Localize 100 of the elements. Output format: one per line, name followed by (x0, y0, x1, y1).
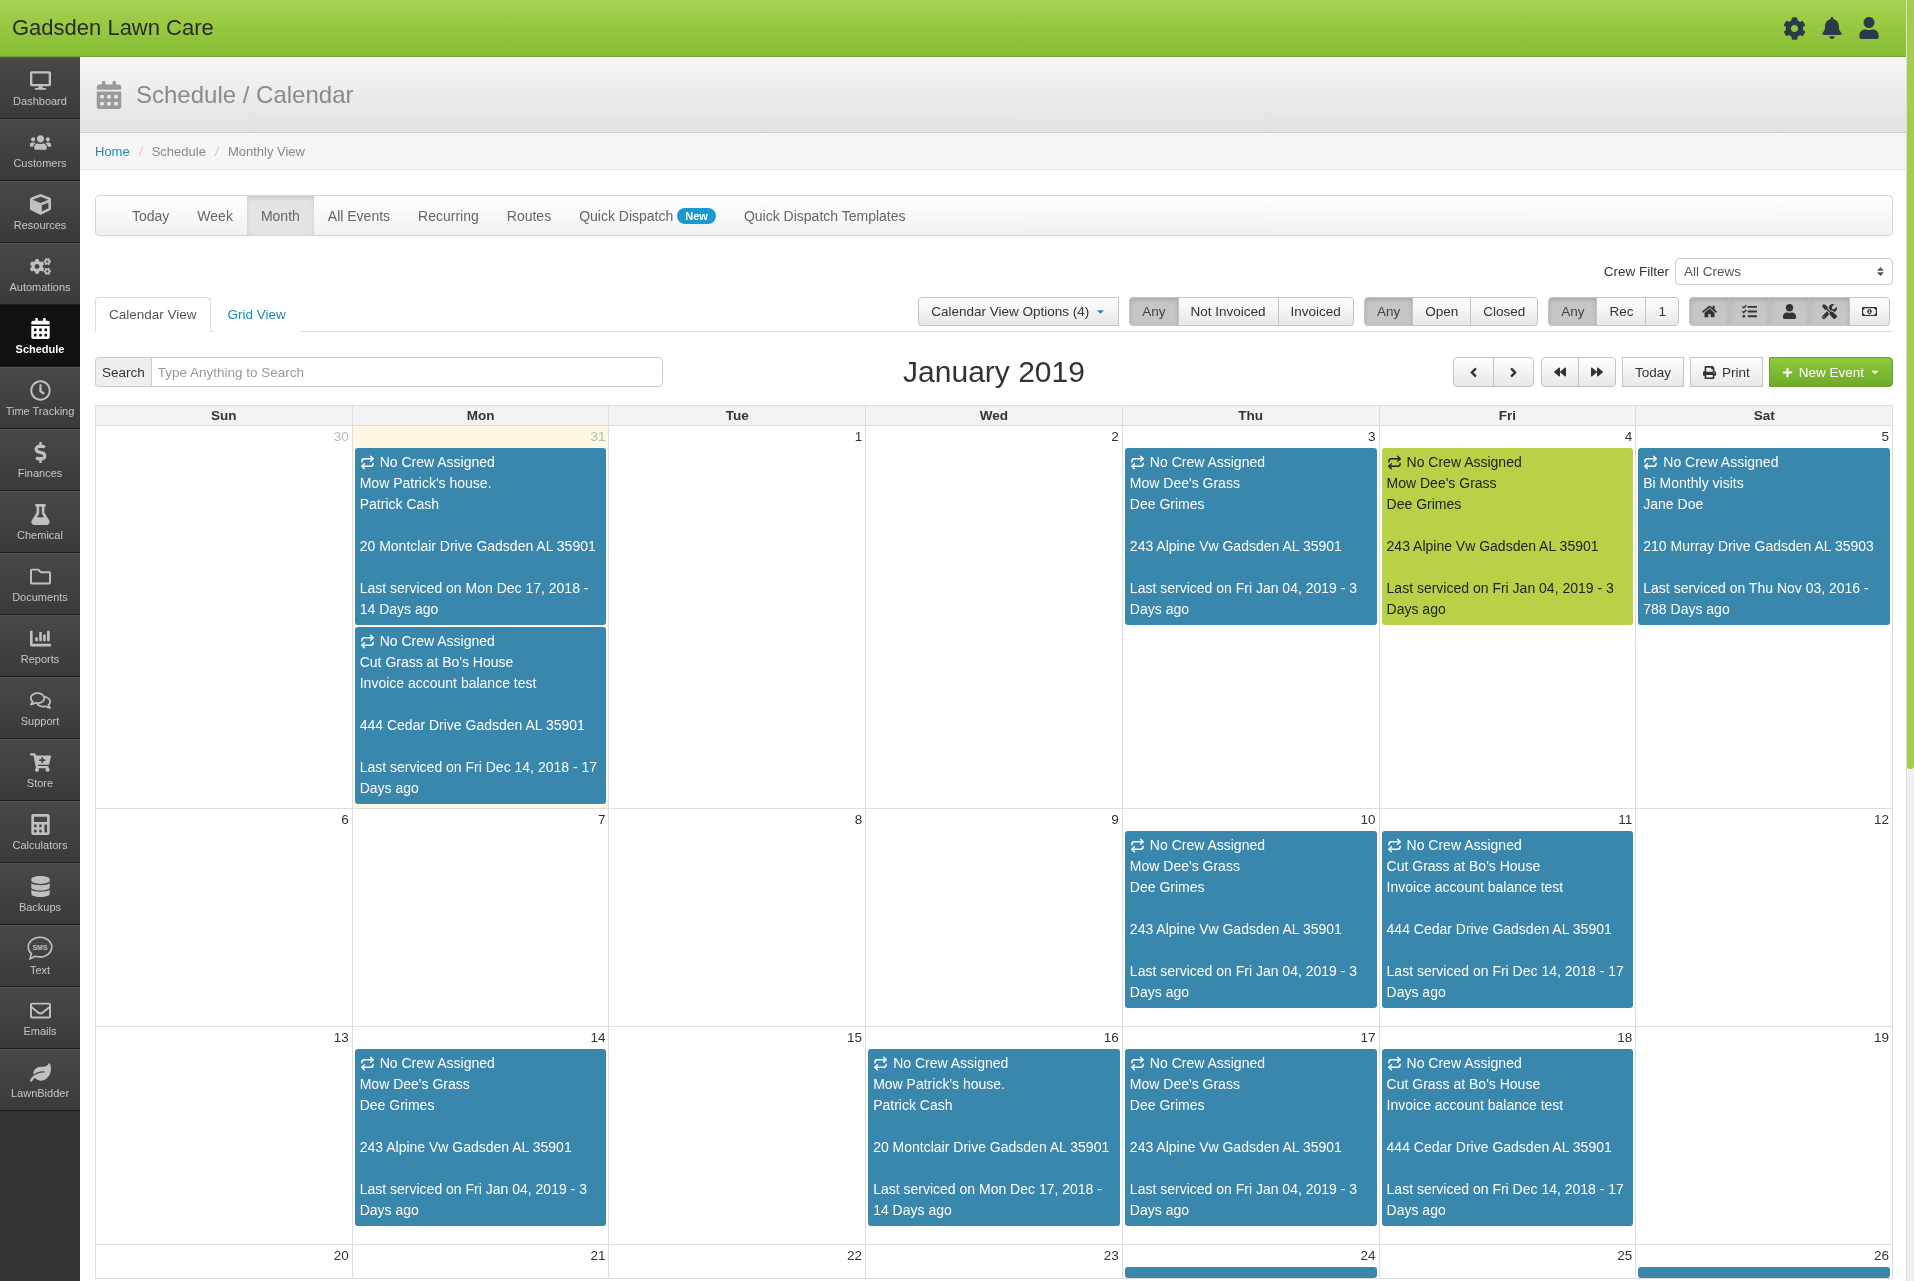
day-number: 20 (333, 1247, 349, 1265)
event-card[interactable]: No Crew Assigned Mow Patrick's house. Patrick Cash 20 Montclair Drive Gadsden AL 35901 Last serviced on Mon Dec 17, 2018 - 14 Days ago (868, 1049, 1120, 1226)
event-card[interactable]: No Crew Assigned Mow Dee's Grass Dee Grimes 243 Alpine Vw Gadsden AL 35901 Last serviced on Fri Jan 04, 2019 - 3 Days ago (1124, 1049, 1377, 1226)
event-card[interactable]: No Crew Assigned Cut Grass at Bo's House Invoice account balance test 444 Cedar Drive Gadsden AL 35901 Last serviced on Fri Dec 14, 2018 - 17 Days ago (354, 627, 607, 804)
cube-icon (29, 193, 51, 215)
sidebar-item[interactable]: Resources (0, 181, 80, 243)
event-crew: No Crew Assigned (1406, 453, 1522, 472)
filter-button[interactable]: Open (1412, 297, 1472, 326)
sidebar-item[interactable]: LawnBidder (0, 1049, 80, 1111)
leaf-icon (29, 1061, 51, 1083)
event-address: 20 Montclair Drive Gadsden AL 35901 (359, 537, 596, 556)
day-number: 11 (1618, 811, 1633, 829)
breadcrumb-link[interactable]: Home (95, 143, 130, 159)
settings-icon[interactable] (1783, 16, 1806, 40)
search-label: Search (95, 357, 151, 387)
event-card[interactable]: No Crew Assigned Cut Grass at Bo's House Invoice account balance test 444 Cedar Drive Gadsden AL 35901 Last serviced on Fri Dec 14, 2018 - 17 Days ago (1381, 1049, 1634, 1226)
event-address: 210 Murray Drive Gadsden AL 35903 (1643, 537, 1874, 556)
sidebar-item[interactable]: Store (0, 739, 80, 801)
repeat-icon (1129, 838, 1145, 853)
sidebar-item[interactable]: Dashboard (0, 57, 80, 119)
event-customer: Dee Grimes (1129, 495, 1205, 514)
event-title: Mow Dee's Grass (1129, 857, 1240, 876)
sidebar-item[interactable]: Calculators (0, 801, 80, 863)
weekday-header: Fri (1379, 405, 1637, 426)
filter-button[interactable]: Any (1363, 297, 1414, 326)
user-icon (1782, 304, 1797, 319)
event-last-serviced: Last serviced on Fri Jan 04, 2019 - 3 Days ago (1129, 579, 1359, 619)
filter-button[interactable]: Any (1129, 297, 1179, 326)
calendar-options-button[interactable]: Calendar View Options (4) (918, 297, 1120, 326)
sidebar-item[interactable]: Customers (0, 119, 80, 181)
sidebar-item[interactable]: Finances (0, 429, 80, 491)
filter-button[interactable]: Any (1548, 297, 1598, 326)
display-tab[interactable]: Calendar View (95, 297, 211, 332)
clock-icon (29, 379, 51, 401)
sidebar-item[interactable]: Support (0, 677, 80, 739)
scrollbar-thumb[interactable] (1907, 0, 1914, 769)
today-button[interactable]: Today (1621, 357, 1684, 387)
sidebar-item[interactable]: Reports (0, 615, 80, 677)
sidebar-item[interactable]: Time Tracking (0, 367, 80, 429)
next-year-button[interactable] (1577, 357, 1616, 387)
event-title: Bi Monthly visits (1643, 474, 1744, 493)
event-crew: No Crew Assigned (379, 453, 495, 472)
sidebar-item[interactable]: Backups (0, 863, 80, 925)
event-address: 444 Cedar Drive Gadsden AL 35901 (1386, 920, 1612, 939)
day-number: 2 (1111, 428, 1119, 446)
view-tab[interactable]: Week (183, 196, 247, 235)
weekday-header: Wed (866, 405, 1123, 426)
view-tab[interactable]: Routes (492, 196, 566, 235)
view-tab[interactable]: Quick Dispatch New (565, 196, 730, 235)
day-number: 12 (1873, 811, 1889, 829)
event-card[interactable]: No Crew Assigned Mow Dee's Grass Dee Grimes 243 Alpine Vw Gadsden AL 35901 Last serviced on Fri Jan 04, 2019 - 3 Days ago (1124, 831, 1377, 1008)
sidebar-item[interactable]: Schedule (0, 305, 80, 367)
view-tab[interactable]: All Events (313, 196, 405, 235)
day-number: 26 (1873, 1247, 1889, 1265)
print-button[interactable]: Print (1689, 357, 1763, 387)
crew-filter-select[interactable]: All Crews (1675, 258, 1893, 285)
event-title: Cut Grass at Bo's House (1386, 857, 1541, 876)
filter-button[interactable]: Closed (1470, 297, 1539, 326)
next-button[interactable] (1492, 357, 1534, 387)
view-tab[interactable]: Recurring (404, 196, 493, 235)
user-icon[interactable] (1858, 17, 1880, 39)
filter-toggle-button[interactable] (1729, 297, 1770, 326)
view-tab[interactable]: Today (118, 196, 184, 235)
weekday-header: Tue (609, 405, 867, 426)
day-number: 4 (1624, 428, 1633, 446)
event-card[interactable]: No Crew Assigned Mow Patrick's house. Patrick Cash 20 Montclair Drive Gadsden AL 35901 Last serviced on Mon Dec 17, 2018 - 14 Days ago (354, 448, 607, 625)
repeat-icon (1129, 1056, 1145, 1071)
day-number: 7 (597, 811, 606, 829)
view-tab[interactable]: Quick Dispatch Templates (729, 196, 920, 235)
event-card[interactable]: No Crew Assigned Cut Grass at Bo's House Invoice account balance test 444 Cedar Drive Gadsden AL 35901 Last serviced on Fri Dec 14, 2018 - 17 Days ago (1381, 831, 1634, 1008)
repeat-icon (1386, 1056, 1402, 1071)
event-card[interactable]: No Crew Assigned Mow Dee's Grass Dee Grimes 243 Alpine Vw Gadsden AL 35901 Last serviced on Fri Jan 04, 2019 - 3 Days ago (1381, 448, 1634, 625)
event-last-serviced: Last serviced on Fri Dec 14, 2018 - 17 Days ago (359, 758, 599, 798)
event-customer: Dee Grimes (1129, 1096, 1205, 1115)
database-icon (29, 875, 51, 897)
event-customer: Invoice account balance test (359, 674, 537, 693)
day-number: 25 (1617, 1247, 1633, 1265)
sidebar-item[interactable]: Automations (0, 243, 80, 305)
search-field[interactable]: Type Anything to Search (150, 357, 663, 387)
previous-button[interactable] (1452, 357, 1494, 387)
filter-toggle-button[interactable] (1769, 297, 1810, 326)
filter-toggle-button[interactable] (1689, 297, 1730, 326)
filter-button[interactable]: Not Invoiced (1177, 297, 1279, 326)
sidebar-item[interactable]: Chemical (0, 491, 80, 553)
event-card[interactable]: No Crew Assigned Bi Monthly visits Jane Doe 210 Murray Drive Gadsden AL 35903 Last serviced on Thu Nov 03, 2016 - 788 Days ago (1638, 448, 1890, 625)
previous-year-button[interactable] (1540, 357, 1579, 387)
sidebar-item[interactable]: Documents (0, 553, 80, 615)
filter-toggle-button[interactable] (1849, 297, 1890, 326)
breadcrumb-text: Schedule (151, 143, 206, 159)
filter-toggle-button[interactable] (1809, 297, 1850, 326)
bell-icon[interactable] (1821, 17, 1843, 39)
sidebar-item[interactable]: Emails (0, 987, 80, 1049)
filter-button[interactable]: 1 (1645, 297, 1679, 326)
filter-button[interactable]: Rec (1596, 297, 1647, 326)
weekday-header: Sat (1636, 405, 1893, 426)
event-card[interactable]: No Crew Assigned Mow Dee's Grass Dee Grimes 243 Alpine Vw Gadsden AL 35901 Last serviced on Fri Jan 04, 2019 - 3 Days ago (354, 1049, 607, 1226)
view-tab[interactable]: Month (246, 196, 314, 235)
filter-button[interactable]: Invoiced (1277, 297, 1354, 326)
event-card[interactable]: No Crew Assigned Mow Dee's Grass Dee Grimes 243 Alpine Vw Gadsden AL 35901 Last serviced on Fri Jan 04, 2019 - 3 Days ago (1124, 448, 1377, 625)
day-number: 9 (1111, 811, 1119, 829)
